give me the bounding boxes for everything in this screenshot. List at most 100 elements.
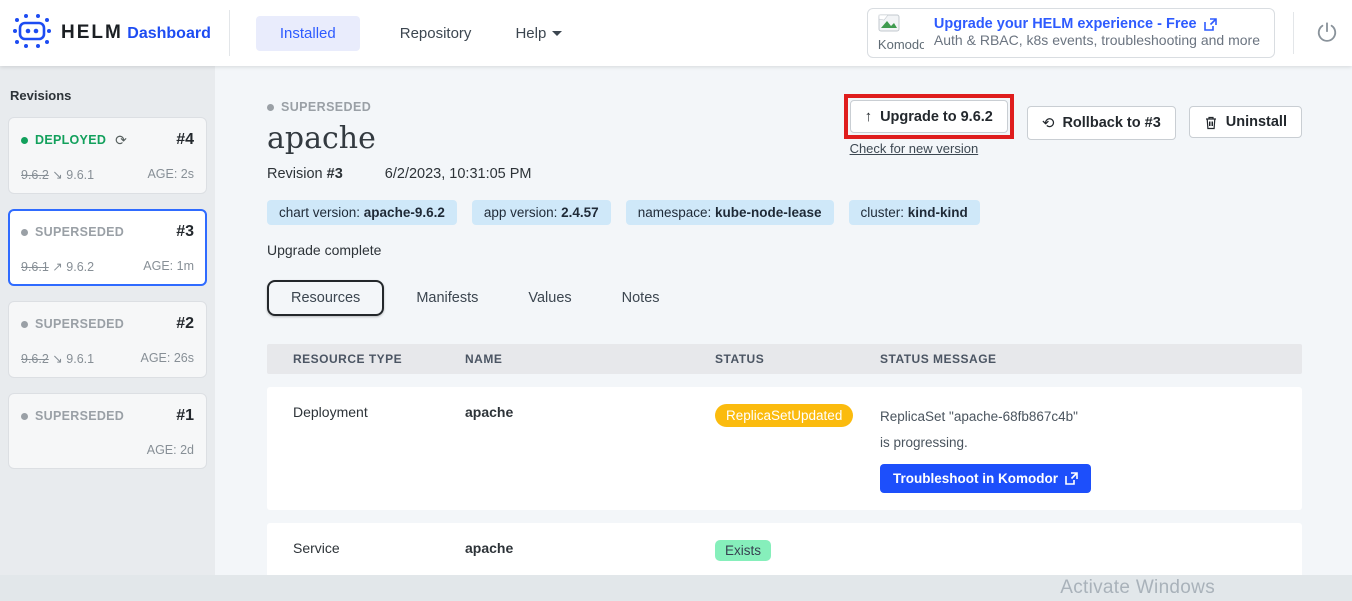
helm-dashboard-app: HELM Dashboard Installed Repository Help bbox=[0, 0, 1352, 601]
revision-age: AGE: 2s bbox=[147, 167, 194, 182]
troubleshoot-label: Troubleshoot in Komodor bbox=[893, 471, 1058, 486]
top-header: HELM Dashboard Installed Repository Help bbox=[0, 0, 1352, 66]
downgrade-arrow-icon: ↘ bbox=[52, 352, 62, 366]
rollback-icon: ⟲ bbox=[1042, 114, 1055, 132]
revisions-title: Revisions bbox=[10, 88, 207, 103]
red-annotation-box: ↑ Upgrade to 9.6.2 bbox=[844, 94, 1014, 139]
revision-info: Revision #3 bbox=[267, 166, 343, 182]
col-status-message: STATUS MESSAGE bbox=[880, 352, 1302, 366]
downgrade-arrow-icon: ↘ bbox=[52, 168, 62, 182]
release-title: apache bbox=[267, 121, 532, 156]
resource-name: apache bbox=[465, 540, 715, 556]
resource-type: Service bbox=[293, 540, 465, 556]
reload-icon: ⟳ bbox=[115, 132, 127, 149]
status-message: ReplicaSet "apache-68fb867c4b" is progre… bbox=[880, 404, 1085, 455]
rollback-button[interactable]: ⟲ Rollback to #3 bbox=[1027, 106, 1176, 140]
status-dot bbox=[21, 413, 28, 420]
helm-logo[interactable]: HELM Dashboard bbox=[0, 10, 230, 56]
revision-card-2[interactable]: SUPERSEDED #2 9.6.2 ↘ 9.6.1 AGE: 26s bbox=[8, 301, 207, 378]
header-divider bbox=[1293, 12, 1294, 54]
banner-title-text: Upgrade your HELM experience - Free bbox=[934, 16, 1197, 32]
old-version: 9.6.2 bbox=[21, 352, 49, 366]
chevron-down-icon bbox=[552, 31, 562, 36]
activate-windows-watermark: Activate Windows bbox=[1060, 577, 1215, 599]
up-arrow-icon: ↑ bbox=[865, 108, 873, 125]
new-version: 9.6.1 bbox=[66, 168, 94, 182]
main-nav: Installed Repository Help bbox=[256, 16, 566, 51]
revision-status: SUPERSEDED bbox=[21, 317, 124, 331]
revision-age: AGE: 2d bbox=[147, 443, 194, 457]
header-right: Komodor Upgrade your HELM experience - F… bbox=[867, 8, 1352, 58]
table-row: Service apache Exists bbox=[267, 523, 1302, 575]
old-version: 9.6.2 bbox=[21, 168, 49, 182]
komodor-banner[interactable]: Komodor Upgrade your HELM experience - F… bbox=[867, 8, 1275, 58]
revision-status: SUPERSEDED bbox=[21, 225, 124, 239]
broken-image-icon bbox=[878, 14, 900, 32]
tab-values[interactable]: Values bbox=[510, 281, 589, 315]
app-version-badge: app version: 2.4.57 bbox=[472, 200, 611, 225]
upgrade-button[interactable]: ↑ Upgrade to 9.6.2 bbox=[850, 100, 1008, 133]
release-actions: ↑ Upgrade to 9.6.2 Check for new version… bbox=[844, 100, 1302, 156]
new-version: 9.6.1 bbox=[66, 352, 94, 366]
logo-title: HELM bbox=[61, 22, 123, 43]
logo-text: HELM Dashboard bbox=[61, 23, 211, 43]
revision-label: Revision bbox=[267, 166, 323, 182]
nav-repository[interactable]: Repository bbox=[396, 16, 476, 51]
tab-notes[interactable]: Notes bbox=[604, 281, 678, 315]
status-dot bbox=[21, 321, 28, 328]
revision-age: AGE: 1m bbox=[143, 259, 194, 274]
rollback-label: Rollback to #3 bbox=[1062, 115, 1160, 131]
col-resource-type: RESOURCE TYPE bbox=[293, 352, 465, 366]
release-badges: chart version: apache-9.6.2 app version:… bbox=[267, 200, 1302, 225]
release-status-text: Upgrade complete bbox=[267, 242, 1302, 258]
revision-status: DEPLOYED ⟳ bbox=[21, 132, 127, 149]
shutdown-button[interactable] bbox=[1312, 17, 1342, 50]
new-version: 9.6.2 bbox=[66, 260, 94, 274]
revision-number: #3 bbox=[176, 223, 194, 241]
resource-type: Deployment bbox=[293, 404, 465, 420]
nav-help-label: Help bbox=[515, 25, 546, 42]
namespace-badge: namespace: kube-node-lease bbox=[626, 200, 834, 225]
upgrade-label: Upgrade to 9.6.2 bbox=[880, 109, 993, 125]
status-label: SUPERSEDED bbox=[35, 409, 124, 423]
nav-installed[interactable]: Installed bbox=[256, 16, 360, 51]
status-label: DEPLOYED bbox=[35, 133, 106, 147]
version-change: 9.6.2 ↘ 9.6.1 bbox=[21, 351, 94, 366]
table-row: Deployment apache ReplicaSetUpdated Repl… bbox=[267, 387, 1302, 510]
old-version: 9.6.1 bbox=[21, 260, 49, 274]
resource-name: apache bbox=[465, 404, 715, 420]
status-dot bbox=[21, 229, 28, 236]
upgrade-arrow-icon: ↗ bbox=[52, 260, 62, 274]
helm-robot-icon bbox=[12, 12, 52, 55]
revision-card-4[interactable]: DEPLOYED ⟳ #4 9.6.2 ↘ 9.6.1 AGE: 2s bbox=[8, 117, 207, 194]
external-link-icon bbox=[1065, 472, 1078, 485]
release-detail: SUPERSEDED apache Revision #3 6/2/2023, … bbox=[215, 66, 1352, 575]
revision-number: #2 bbox=[176, 315, 194, 333]
revision-card-3-selected[interactable]: SUPERSEDED #3 9.6.1 ↗ 9.6.2 AGE: 1m bbox=[8, 209, 207, 286]
komodor-alt-text: Komodor bbox=[878, 37, 924, 52]
revision-card-1[interactable]: SUPERSEDED #1 AGE: 2d bbox=[8, 393, 207, 469]
troubleshoot-button[interactable]: Troubleshoot in Komodor bbox=[880, 464, 1091, 493]
power-icon bbox=[1316, 21, 1338, 43]
tab-manifests[interactable]: Manifests bbox=[398, 281, 496, 315]
check-new-version-link[interactable]: Check for new version bbox=[850, 141, 979, 156]
status-dot bbox=[21, 137, 28, 144]
release-date: 6/2/2023, 10:31:05 PM bbox=[385, 166, 532, 182]
uninstall-button[interactable]: Uninstall bbox=[1189, 106, 1302, 138]
detail-tabs: Resources Manifests Values Notes bbox=[267, 280, 1302, 316]
banner-subtitle: Auth & RBAC, k8s events, troubleshooting… bbox=[934, 32, 1260, 48]
status-badge: ReplicaSetUpdated bbox=[715, 404, 853, 427]
revision-number: #1 bbox=[176, 407, 194, 425]
resources-table: RESOURCE TYPE NAME STATUS STATUS MESSAGE… bbox=[267, 344, 1302, 575]
cluster-badge: cluster: kind-kind bbox=[849, 200, 980, 225]
release-status-label: SUPERSEDED bbox=[281, 100, 371, 114]
chart-version-badge: chart version: apache-9.6.2 bbox=[267, 200, 457, 225]
nav-help[interactable]: Help bbox=[511, 16, 566, 51]
status-dot bbox=[267, 104, 274, 111]
tab-resources[interactable]: Resources bbox=[267, 280, 384, 316]
trash-icon bbox=[1204, 115, 1218, 130]
uninstall-label: Uninstall bbox=[1226, 114, 1287, 130]
table-header: RESOURCE TYPE NAME STATUS STATUS MESSAGE bbox=[267, 344, 1302, 374]
banner-title-link[interactable]: Upgrade your HELM experience - Free bbox=[934, 16, 1260, 32]
release-head-left: SUPERSEDED apache Revision #3 6/2/2023, … bbox=[267, 100, 532, 182]
